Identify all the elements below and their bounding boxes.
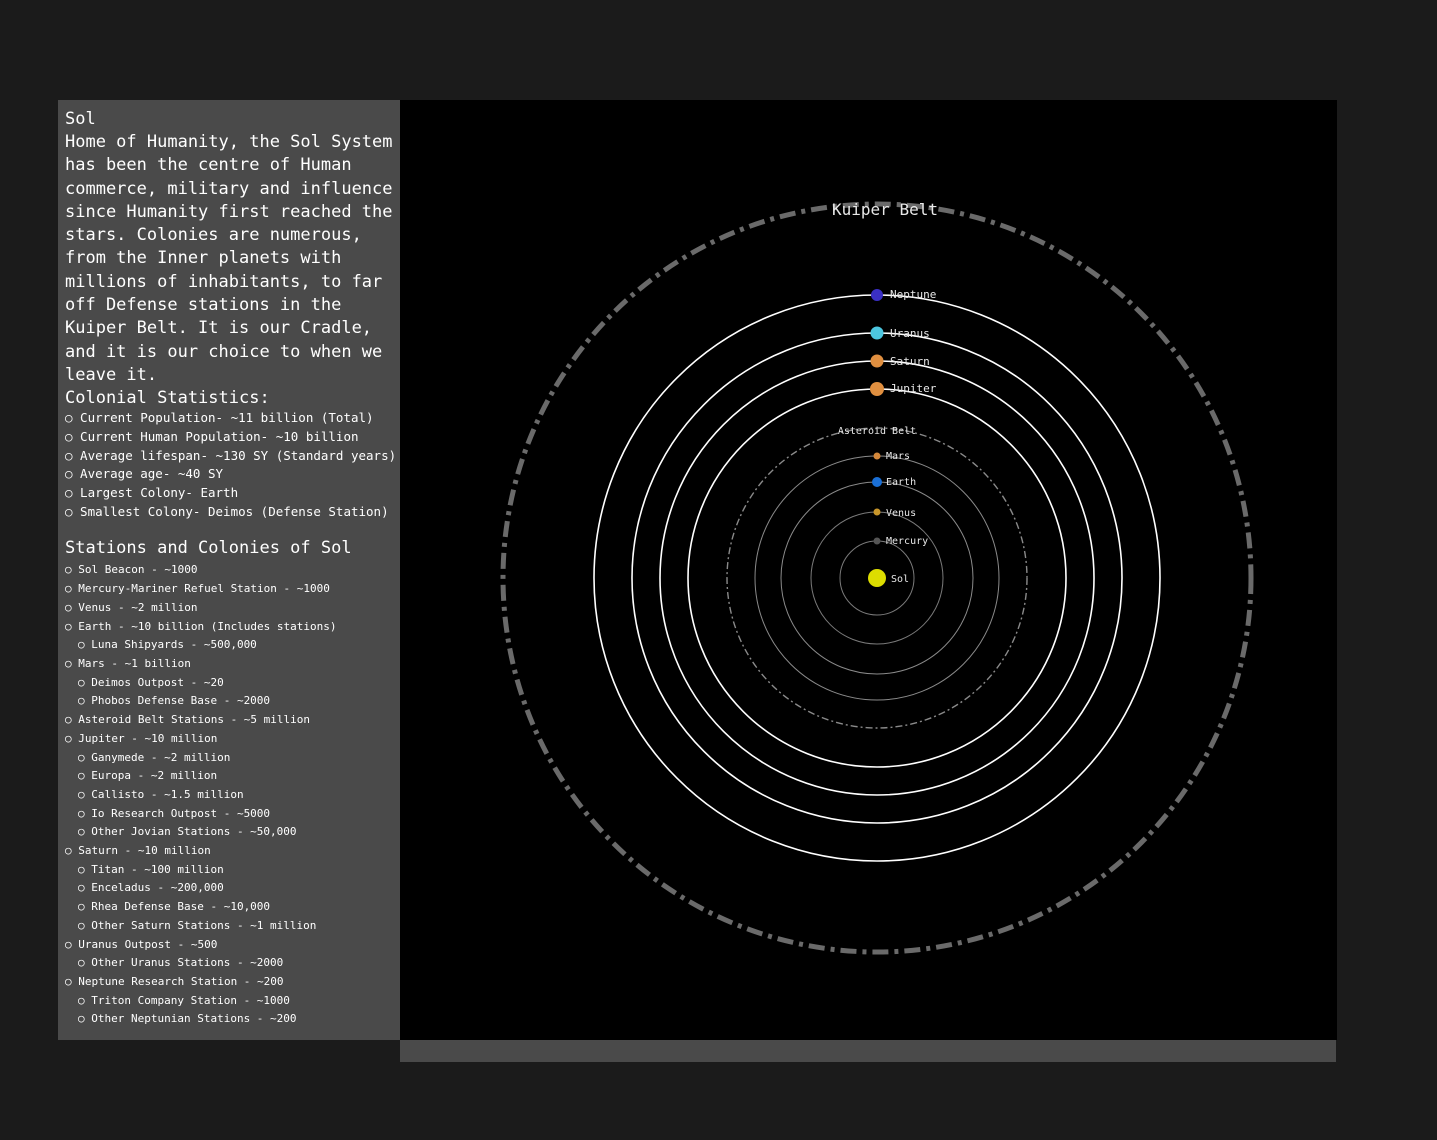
station-subitem: ○ Deimos Outpost - ~20: [78, 675, 224, 689]
planet-uranus[interactable]: [870, 326, 884, 340]
station-item: ○ Saturn - ~10 million: [65, 844, 211, 858]
station-subitem: ○ Phobos Defense Base - ~2000: [78, 694, 271, 708]
sol-label[interactable]: Sol: [891, 574, 909, 585]
planet-saturn[interactable]: [870, 354, 884, 368]
station-subitem: ○ Other Uranus Stations - ~2000: [78, 956, 284, 970]
stat-item: ○ Average lifespan- ~130 SY (Standard ye…: [65, 447, 397, 463]
station-subitem: ○ Rhea Defense Base - ~10,000: [78, 900, 271, 914]
planet-jupiter-label[interactable]: Jupiter: [890, 382, 937, 395]
asteroid-belt-label[interactable]: Asteroid Belt: [838, 426, 916, 437]
station-subitem: ○ Ganymede - ~2 million: [78, 750, 231, 764]
station-subitem: ○ Other Neptunian Stations - ~200: [78, 1012, 297, 1026]
planet-jupiter[interactable]: [870, 382, 884, 396]
planet-earth-label[interactable]: Earth: [886, 477, 916, 488]
stat-item: ○ Largest Colony- Earth: [65, 485, 239, 501]
station-item: ○ Earth - ~10 billion (Includes stations…: [65, 619, 337, 633]
station-item: ○ Venus - ~2 million: [65, 600, 198, 614]
stat-item: ○ Current Population- ~11 billion (Total…: [65, 410, 374, 426]
station-subitem: ○ Callisto - ~1.5 million: [78, 787, 244, 801]
stat-item: ○ Average age- ~40 SY: [65, 466, 224, 482]
station-subitem: ○ Enceladus - ~200,000: [78, 881, 224, 895]
station-subitem: ○ Triton Company Station - ~1000: [78, 993, 290, 1007]
stats-heading: Colonial Statistics:: [65, 388, 270, 409]
station-item: ○ Neptune Research Station - ~200: [65, 974, 284, 988]
planet-mercury-label[interactable]: Mercury: [886, 536, 928, 547]
stat-item: ○ Current Human Population- ~10 billion: [65, 428, 359, 444]
planet-mars-label[interactable]: Mars: [886, 451, 910, 462]
station-item: ○ Jupiter - ~10 million: [65, 731, 218, 745]
station-item: ○ Sol Beacon - ~1000: [65, 563, 198, 577]
kuiper-belt-label[interactable]: Kuiper Belt: [832, 200, 938, 219]
planet-neptune-label[interactable]: Neptune: [890, 288, 936, 301]
station-subitem: ○ Titan - ~100 million: [78, 862, 224, 876]
planet-venus-label[interactable]: Venus: [886, 508, 916, 519]
stations-heading: Stations and Colonies of Sol: [65, 538, 352, 559]
station-subitem: ○ Other Saturn Stations - ~1 million: [78, 918, 317, 932]
station-subitem: ○ Europa - ~2 million: [78, 769, 218, 783]
horizontal-scrollbar[interactable]: [400, 1040, 1336, 1062]
planet-neptune[interactable]: [871, 289, 883, 301]
system-map-canvas[interactable]: Asteroid Belt Kuiper Belt Sol Mercury Ve…: [400, 100, 1337, 1040]
station-subitem: ○ Other Jovian Stations - ~50,000: [78, 825, 297, 839]
system-title: Sol: [65, 109, 96, 129]
planet-earth[interactable]: [872, 477, 882, 487]
station-subitem: ○ Io Research Outpost - ~5000: [78, 806, 271, 820]
system-info-panel: Sol Home of Humanity, the Sol System has…: [58, 100, 400, 1040]
planet-saturn-label[interactable]: Saturn: [890, 355, 930, 368]
planet-uranus-label[interactable]: Uranus: [890, 327, 930, 340]
sol-star[interactable]: [868, 569, 886, 587]
stat-item: ○ Smallest Colony- Deimos (Defense Stati…: [65, 503, 389, 519]
system-map[interactable]: Asteroid Belt Kuiper Belt Sol Mercury Ve…: [400, 100, 1337, 1040]
station-subitem: ○ Luna Shipyards - ~500,000: [78, 638, 257, 652]
planet-mercury[interactable]: [873, 537, 881, 545]
station-item: ○ Mars - ~1 billion: [65, 657, 191, 670]
station-item: ○ Mercury-Mariner Refuel Station - ~1000: [65, 582, 330, 596]
station-item: ○ Uranus Outpost - ~500: [65, 937, 218, 951]
stations-list: ○ Sol Beacon - ~1000 ○ Mercury-Mariner Re…: [65, 561, 400, 1029]
planet-mars[interactable]: [873, 452, 881, 460]
system-description: Home of Humanity, the Sol System has bee…: [65, 132, 393, 385]
station-item: ○ Asteroid Belt Stations - ~5 million: [65, 713, 311, 727]
stats-list: ○ Current Population- ~11 billion (Total…: [65, 409, 400, 521]
planet-venus[interactable]: [873, 508, 881, 516]
